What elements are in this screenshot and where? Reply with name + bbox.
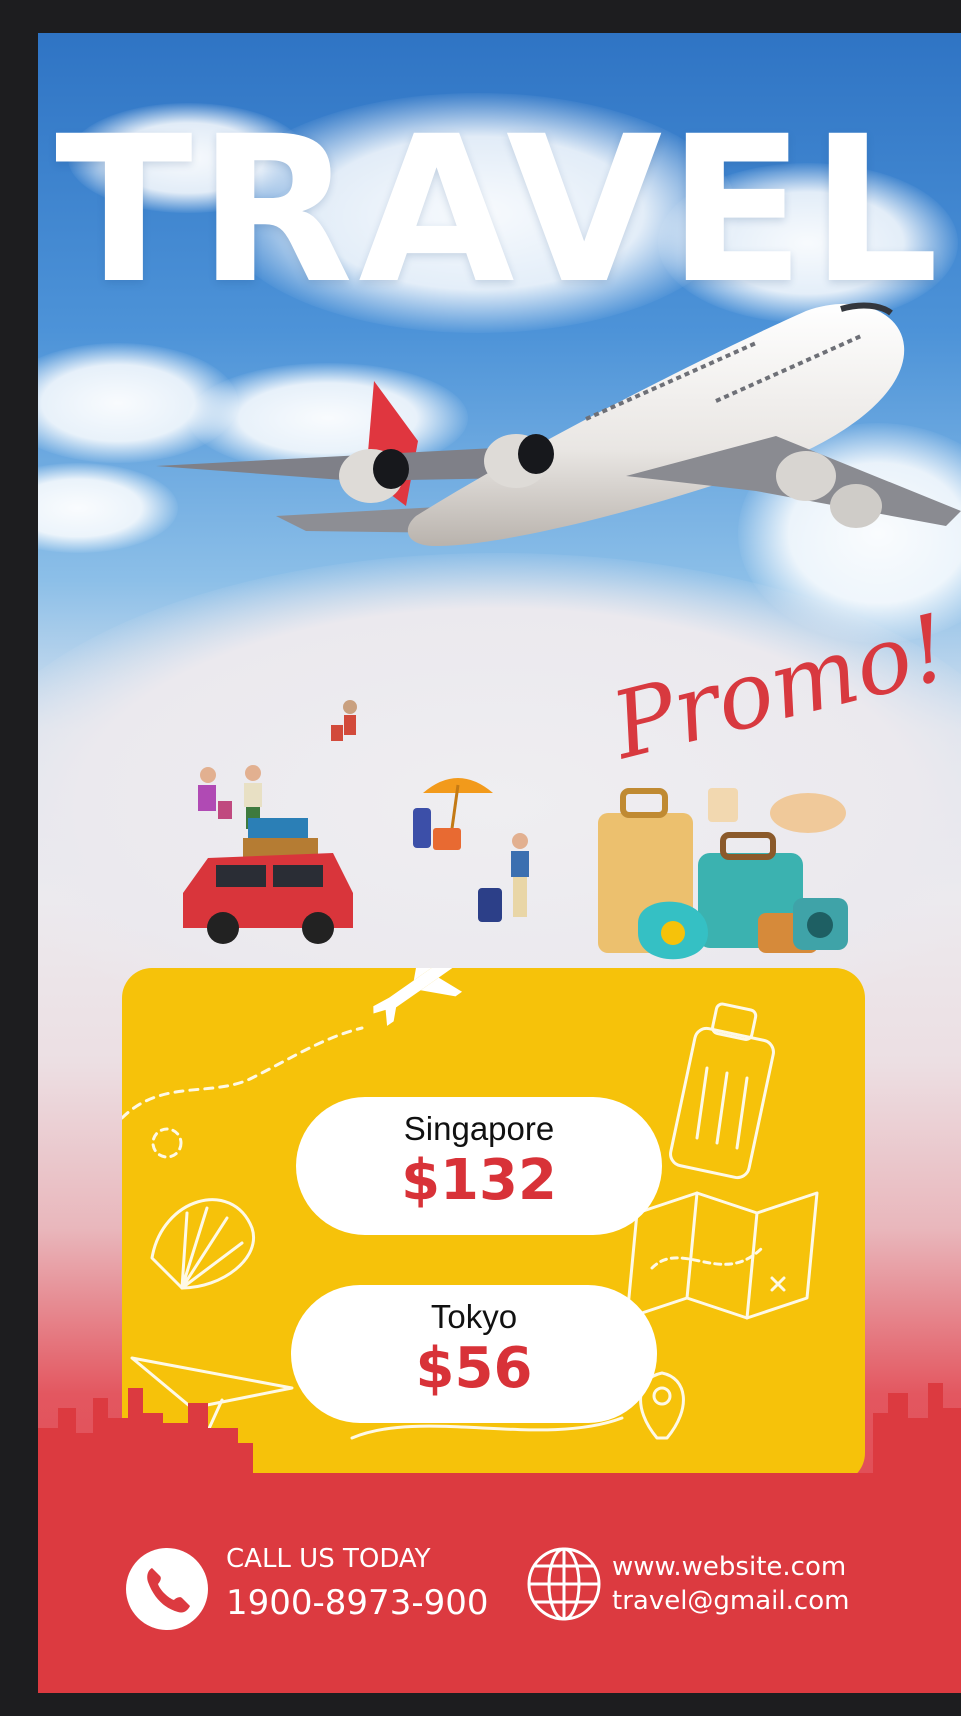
email-link[interactable]: travel@gmail.com xyxy=(612,1586,849,1616)
deal-price: $132 xyxy=(401,1147,557,1213)
travel-poster: TRAVEL Promo! Singapore $132 Tokyo $56 C… xyxy=(38,33,961,1693)
deal-card-singapore: Singapore $132 xyxy=(296,1097,662,1235)
phone-icon xyxy=(147,1568,190,1613)
headline-travel: TRAVEL xyxy=(55,92,944,328)
travelers-scene xyxy=(183,700,848,960)
globe-icon xyxy=(527,1547,601,1621)
phone-button[interactable] xyxy=(126,1548,208,1630)
deal-city: Tokyo xyxy=(430,1298,518,1335)
airplane-illustration xyxy=(156,302,961,546)
shell-icon xyxy=(150,1198,255,1290)
suitcase-icon xyxy=(669,1002,775,1180)
screen-frame: TRAVEL Promo! Singapore $132 Tokyo $56 C… xyxy=(0,0,961,1716)
airplane-icon xyxy=(373,968,471,1026)
deal-city: Singapore xyxy=(403,1110,555,1147)
phone-number[interactable]: 1900-8973-900 xyxy=(226,1583,489,1623)
call-label: CALL US TODAY xyxy=(226,1544,431,1574)
website-link[interactable]: www.website.com xyxy=(612,1552,846,1582)
